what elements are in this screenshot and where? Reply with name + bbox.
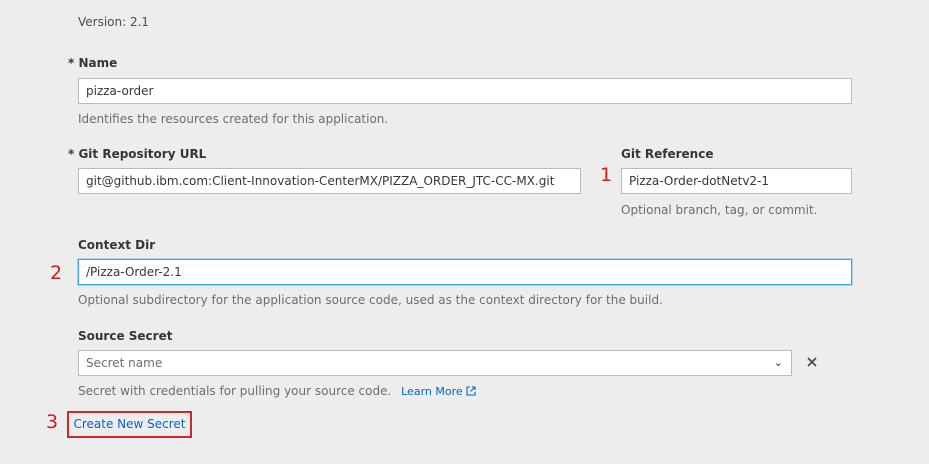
version-text: Version: 2.1 (78, 15, 150, 29)
learn-more-label: Learn More (401, 385, 463, 398)
create-new-secret-link[interactable]: Create New Secret (67, 411, 192, 438)
close-icon (807, 357, 817, 367)
name-label: * Name (68, 56, 118, 70)
annotation-2: 2 (50, 262, 63, 284)
source-secret-help: Secret with credentials for pulling your… (78, 384, 476, 398)
git-ref-input[interactable]: Pizza-Order-dotNetv2-1 (621, 168, 852, 194)
context-dir-input[interactable]: /Pizza-Order-2.1 (78, 259, 852, 285)
name-help-text: Identifies the resources created for thi… (78, 112, 389, 126)
source-secret-help-text: Secret with credentials for pulling your… (78, 384, 392, 398)
annotation-3: 3 (46, 411, 59, 433)
git-url-input[interactable]: git@github.ibm.com:Client-Innovation-Cen… (78, 168, 581, 194)
context-dir-label: Context Dir (78, 238, 156, 252)
chevron-down-icon: ⌄ (773, 356, 783, 369)
git-ref-label: Git Reference (621, 147, 714, 161)
annotation-1: 1 (600, 164, 613, 186)
source-secret-select[interactable]: Secret name ⌄ (78, 350, 792, 376)
source-secret-placeholder: Secret name (86, 356, 163, 370)
git-url-label: * Git Repository URL (68, 147, 207, 161)
external-link-icon (466, 386, 476, 396)
name-input[interactable]: pizza-order (78, 78, 852, 104)
learn-more-link[interactable]: Learn More (401, 385, 476, 398)
clear-secret-button[interactable] (805, 355, 819, 369)
source-secret-label: Source Secret (78, 329, 173, 343)
context-dir-help-text: Optional subdirectory for the applicatio… (78, 293, 663, 307)
git-ref-help-text: Optional branch, tag, or commit. (621, 203, 818, 217)
